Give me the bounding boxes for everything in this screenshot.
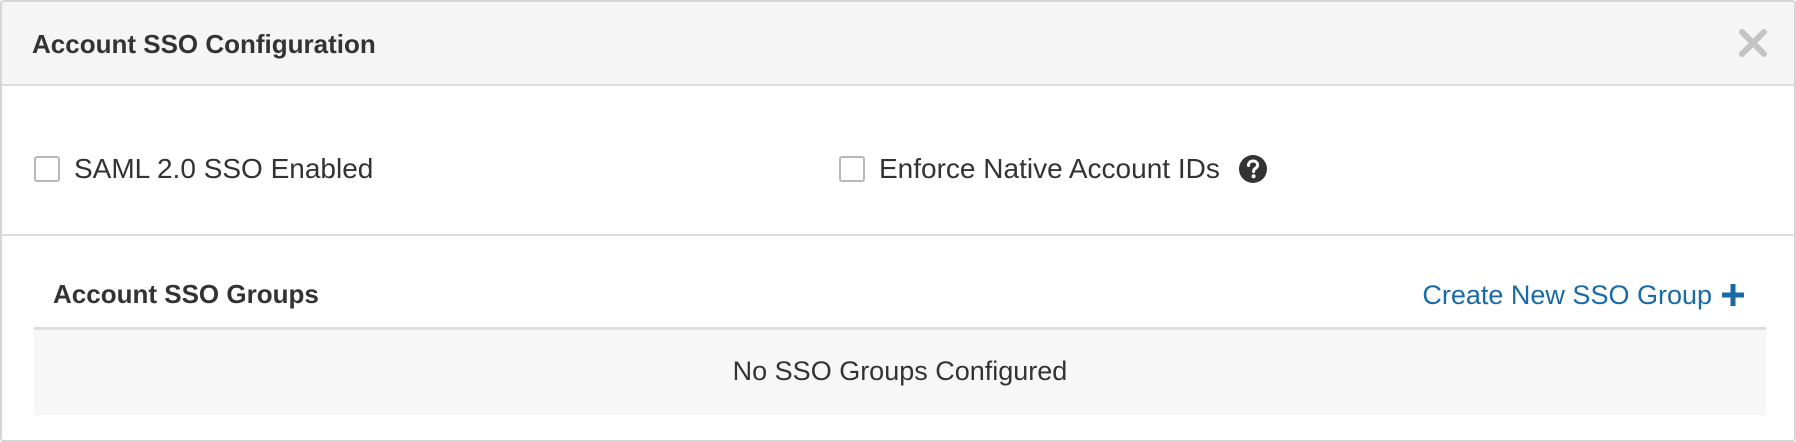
sso-groups-header: Account SSO Groups Create New SSO Group <box>34 238 1766 330</box>
empty-state-message: No SSO Groups Configured <box>732 355 1068 386</box>
modal-header: Account SSO Configuration <box>2 2 1794 86</box>
sso-options-row: SAML 2.0 SSO Enabled Enforce Native Acco… <box>2 86 1794 236</box>
close-button[interactable] <box>1734 24 1772 62</box>
saml-sso-label: SAML 2.0 SSO Enabled <box>74 153 374 184</box>
saml-sso-checkbox[interactable] <box>34 156 60 182</box>
plus-icon <box>1720 282 1746 308</box>
enforce-native-ids-label: Enforce Native Account IDs <box>879 153 1220 184</box>
saml-sso-option[interactable]: SAML 2.0 SSO Enabled <box>34 152 373 186</box>
sso-groups-empty-state: No SSO Groups Configured <box>34 330 1766 415</box>
sso-groups-section: Account SSO Groups Create New SSO Group … <box>34 238 1766 438</box>
enforce-native-ids-option[interactable]: Enforce Native Account IDs <box>839 152 1268 186</box>
close-icon <box>1734 24 1772 62</box>
sso-configuration-modal: Account SSO Configuration SAML 2.0 SSO E… <box>0 0 1796 442</box>
sso-groups-title: Account SSO Groups <box>53 279 319 309</box>
create-sso-group-link[interactable]: Create New SSO Group <box>1422 278 1746 312</box>
enforce-native-ids-checkbox[interactable] <box>839 156 865 182</box>
question-circle-icon[interactable] <box>1238 154 1268 184</box>
create-sso-group-label: Create New SSO Group <box>1422 280 1712 310</box>
modal-title: Account SSO Configuration <box>32 29 376 59</box>
